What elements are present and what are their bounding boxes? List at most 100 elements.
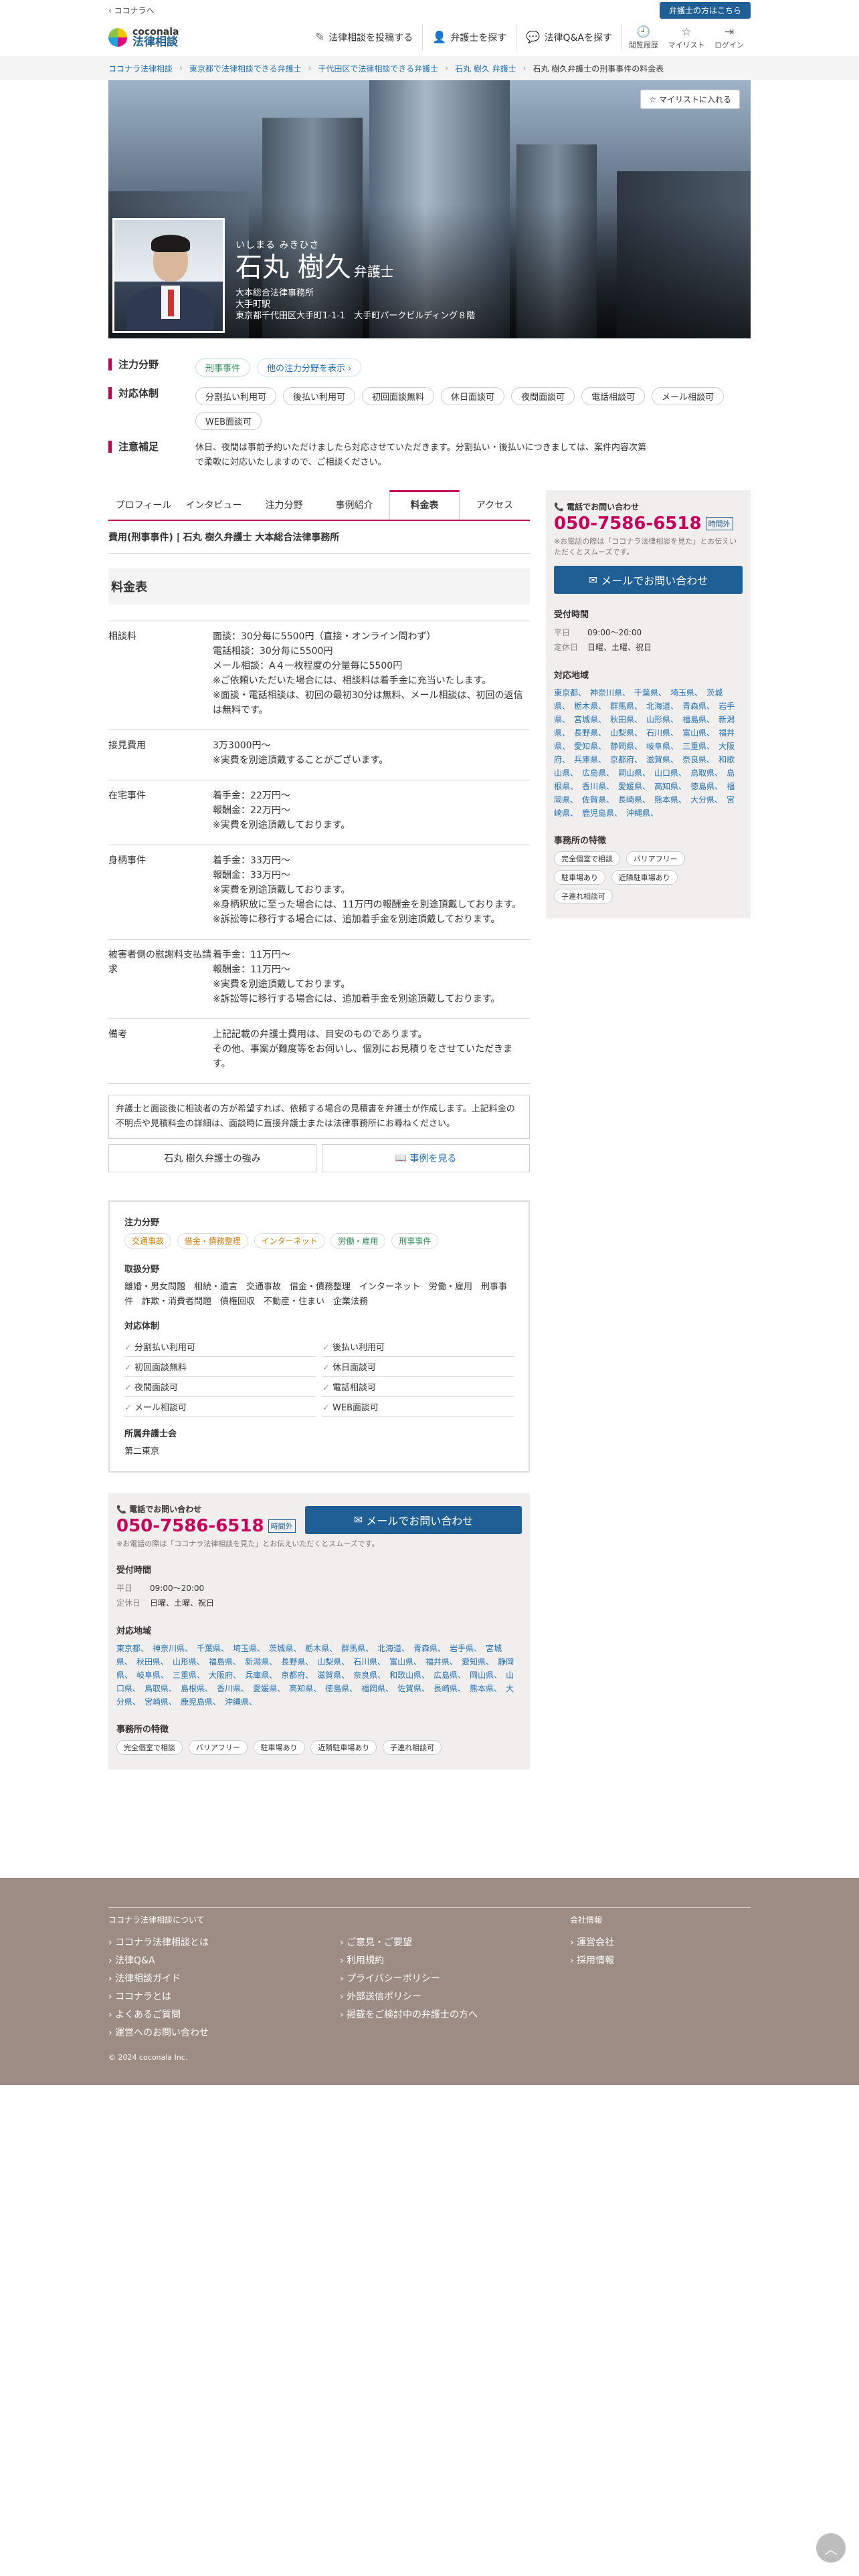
region-link[interactable]: 福井県、 [425,1657,458,1667]
breadcrumb-item[interactable]: 千代田区で法律相談できる弁護士 [318,63,438,74]
region-link[interactable]: 三重県、 [173,1671,205,1680]
region-link[interactable]: 山梨県、 [610,728,642,738]
add-to-mylist-button[interactable]: ☆ マイリストに入れる [640,90,740,109]
region-link[interactable]: 佐賀県、 [582,795,614,804]
mail-contact-button[interactable]: ✉ メールでお問い合わせ [554,566,743,594]
site-logo[interactable]: coconala 法律相談 [108,27,179,48]
region-link[interactable]: 東京都、 [116,1644,149,1653]
mylist-link[interactable]: ☆ マイリスト [665,25,708,50]
region-link[interactable]: 長崎県、 [434,1684,466,1693]
footer-link[interactable]: 利用規約 [340,1953,478,1971]
region-link[interactable]: 香川県、 [217,1684,249,1693]
region-link[interactable]: 秋田県、 [610,715,642,724]
region-link[interactable]: 富山県、 [682,728,714,738]
region-link[interactable]: 群馬県、 [341,1644,373,1653]
region-link[interactable]: 岐阜県、 [646,742,678,751]
region-link[interactable]: 茨城県、 [269,1644,301,1653]
region-link[interactable]: 石川県、 [646,728,678,738]
region-link[interactable]: 栃木県、 [305,1644,337,1653]
region-link[interactable]: 福島県、 [682,715,714,724]
region-link[interactable]: 栃木県、 [574,702,606,711]
mail-contact-button[interactable]: ✉ メールでお問い合わせ [305,1505,522,1534]
show-more-focus-link[interactable]: 他の注力分野を表示 › [257,358,362,377]
region-link[interactable]: 香川県、 [582,782,614,791]
region-link[interactable]: 新潟県、 [245,1657,277,1667]
tab-interview[interactable]: インタビュー [179,490,249,520]
footer-link[interactable]: 法律相談ガイド [108,1971,209,1990]
region-link[interactable]: 滋賀県、 [646,755,678,764]
footer-link[interactable]: 外部送信ポリシー [340,1990,478,2008]
region-link[interactable]: 愛媛県、 [253,1684,285,1693]
footer-link[interactable]: ご意見・ご要望 [340,1935,478,1953]
tab-focus[interactable]: 注力分野 [249,490,319,520]
region-link[interactable]: 岡山県、 [618,768,650,778]
region-link[interactable]: 宮崎県、 [145,1697,177,1707]
region-link[interactable]: 徳島県、 [690,782,723,791]
footer-link[interactable]: プライバシーポリシー [340,1971,478,1990]
tab-cases[interactable]: 事例紹介 [319,490,389,520]
breadcrumb-item[interactable]: ココナラ法律相談 [108,63,173,74]
region-link[interactable]: 熊本県、 [470,1684,502,1693]
phone-number[interactable]: 050-7586-6518 [554,514,702,534]
page-top-button[interactable]: ︿ [816,2533,846,2563]
region-link[interactable]: 静岡県、 [610,742,642,751]
region-link[interactable]: 大阪府、 [209,1671,241,1680]
footer-link[interactable]: よくあるご質問 [108,2008,209,2026]
footer-link[interactable]: 採用情報 [570,1953,614,1971]
region-link[interactable]: 秋田県、 [136,1657,169,1667]
region-link[interactable]: 北海道、 [646,702,678,711]
region-link[interactable]: 青森県、 [413,1644,446,1653]
region-link[interactable]: 愛媛県、 [618,782,650,791]
region-link[interactable]: 山口県、 [654,768,686,778]
post-consultation-link[interactable]: ✎ 法律相談を投稿する [306,24,423,51]
region-link[interactable]: 高知県、 [654,782,686,791]
region-link[interactable]: 鹿児島県、 [181,1697,221,1707]
region-link[interactable]: 広島県、 [434,1671,466,1680]
tab-fees[interactable]: 料金表 [389,490,460,520]
region-link[interactable]: 徳島県、 [325,1684,357,1693]
region-link[interactable]: 福岡県、 [361,1684,393,1693]
region-link[interactable]: 千葉県、 [634,688,666,697]
region-link[interactable]: 沖縄県、 [626,809,658,818]
find-qa-link[interactable]: 💬 法律Q&Aを探す [516,24,622,51]
breadcrumb-item[interactable]: 東京都で法律相談できる弁護士 [189,63,302,74]
lawyer-entry-button[interactable]: 弁護士の方はこちら [659,2,751,19]
region-link[interactable]: 鹿児島県、 [582,809,622,818]
region-link[interactable]: 京都府、 [610,755,642,764]
phone-number[interactable]: 050-7586-6518 [116,1516,264,1536]
region-link[interactable]: 東京都、 [554,688,586,697]
history-link[interactable]: 🕘 閲覧履歴 [622,25,665,50]
region-link[interactable]: 青森県、 [682,702,714,711]
region-link[interactable]: 三重県、 [682,742,714,751]
region-link[interactable]: 鳥取県、 [145,1684,177,1693]
footer-link[interactable]: ココナラ法律相談とは [108,1935,209,1953]
region-link[interactable]: 京都府、 [281,1671,313,1680]
region-link[interactable]: 千葉県、 [197,1644,229,1653]
region-link[interactable]: 滋賀県、 [317,1671,349,1680]
login-link[interactable]: ⇥ ログイン [708,25,751,50]
region-link[interactable]: 山形県、 [646,715,678,724]
region-link[interactable]: 山形県、 [173,1657,205,1667]
region-link[interactable]: 沖縄県、 [225,1697,257,1707]
footer-link[interactable]: ココナラとは [108,1990,209,2008]
region-link[interactable]: 神奈川県、 [590,688,630,697]
region-link[interactable]: 和歌山県、 [389,1671,430,1680]
region-link[interactable]: 岩手県、 [450,1644,482,1653]
region-link[interactable]: 福島県、 [209,1657,241,1667]
region-link[interactable]: 兵庫県、 [574,755,606,764]
tab-profile[interactable]: プロフィール [108,490,179,520]
region-link[interactable]: 長野県、 [281,1657,313,1667]
region-link[interactable]: 鳥取県、 [690,768,723,778]
region-link[interactable]: 奈良県、 [682,755,714,764]
footer-link[interactable]: 法律Q&A [108,1953,209,1971]
region-link[interactable]: 長崎県、 [618,795,650,804]
back-to-coconala-link[interactable]: ‹ ココナラへ [108,5,155,16]
region-link[interactable]: 島根県、 [181,1684,213,1693]
region-link[interactable]: 宮城県、 [574,715,606,724]
region-link[interactable]: 奈良県、 [353,1671,385,1680]
find-lawyer-link[interactable]: 👤 弁護士を探す [423,24,517,51]
region-link[interactable]: 高知県、 [289,1684,321,1693]
region-link[interactable]: 埼玉県、 [670,688,702,697]
region-link[interactable]: 兵庫県、 [245,1671,277,1680]
region-link[interactable]: 石川県、 [353,1657,385,1667]
